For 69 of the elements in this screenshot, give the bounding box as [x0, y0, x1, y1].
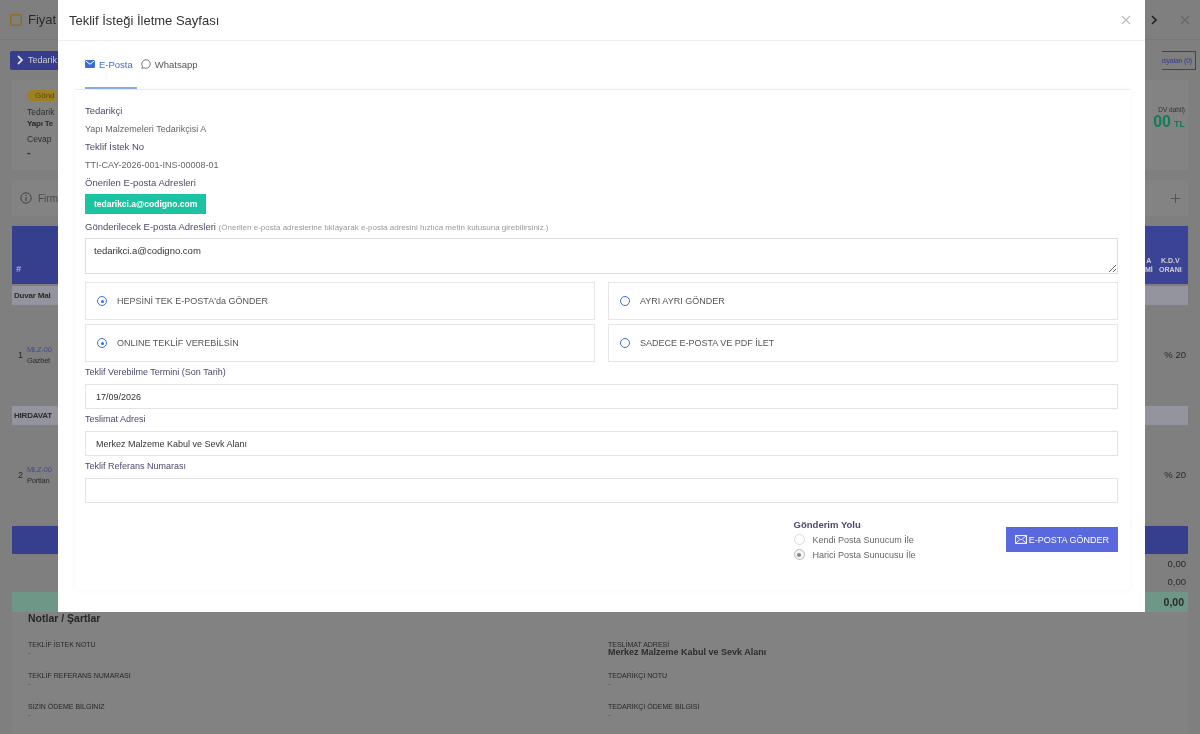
chevron-right-icon [16, 55, 24, 65]
section-title: Gönderim Yolu [793, 519, 862, 530]
field-label: Tedarikçi [85, 104, 123, 118]
send-email-button[interactable]: E-POSTA GÖNDER [1005, 527, 1118, 552]
radio-button[interactable] [793, 549, 805, 560]
field-label: Teklif Referans Numarası [85, 460, 187, 472]
supplier-button[interactable]: Tedarik [10, 50, 58, 70]
currency-label: TL [1174, 119, 1185, 129]
supplier-name: Yapı Malzemeleri Tedarikçisi A [85, 123, 207, 136]
info-text: Firm [38, 192, 58, 204]
option-label: Kendi Posta Sunucum İle [812, 534, 914, 545]
note-value: - [28, 710, 32, 719]
table-footer-bar [12, 526, 58, 554]
option-card[interactable]: HEPSİNİ TEK E-POSTA'da GÖNDER [85, 282, 595, 320]
option-label: SADECE E-POSTA VE PDF İLET [640, 338, 775, 348]
option-card[interactable]: SADECE E-POSTA VE PDF İLET [608, 324, 1118, 362]
reply-label: Cevap [27, 134, 52, 144]
total-value: 0,00 [1167, 576, 1186, 587]
page-title: Fiyat [28, 12, 57, 27]
field-label: Teklif Verebilme Termini (Son Tarih) [85, 366, 226, 378]
info-icon [20, 192, 32, 204]
group-title: HIRDAVAT [13, 411, 52, 420]
request-number: TTI-CAY-2026-001-INS-00008-01 [85, 159, 219, 172]
section-title: Notlar / Şartlar [28, 612, 102, 624]
option-label: HEPSİNİ TEK E-POSTA'da GÖNDER [117, 296, 268, 306]
table-cell: % 20 [1164, 349, 1186, 360]
document-icon [10, 13, 22, 26]
note-value: Merkez Malzeme Kabul ve Sevk Alanı [608, 648, 768, 657]
field-label: Gönderilecek E-posta Adresleri (Önerilen e-posta adreslerine tıklayarak e-posta adresini hızlıca metin kutusuna girebilirsiniz.) [85, 220, 549, 234]
modal-title: Teklif İsteği İletme Sayfası [69, 12, 220, 28]
grand-total-bar [12, 592, 58, 612]
grand-total-value: 0,00 [1163, 596, 1184, 608]
note-value: - [28, 679, 32, 688]
group-row [1145, 406, 1188, 425]
note-value: - [28, 648, 32, 657]
field-label: Önerilen E-posta Adresleri [85, 176, 196, 190]
envelope-icon [85, 60, 95, 68]
input-field[interactable]: Merkez Malzeme Kabul ve Sevk Alanı [85, 431, 1118, 456]
option-card[interactable]: ONLINE TEKLİF VEREBİLSİN [85, 324, 595, 362]
close-icon[interactable] [1121, 15, 1131, 25]
reply-value: - [27, 146, 31, 158]
option-label: AYRI AYRI GÖNDER [640, 296, 725, 306]
table-footer-bar [1145, 526, 1188, 554]
note-value: - [608, 679, 611, 688]
recipients-field[interactable]: tedarikci.a@codigno.com [85, 238, 1118, 274]
total-amount: 00 [1153, 113, 1171, 131]
note-value: - [608, 710, 611, 719]
total-value: 0,00 [1167, 558, 1186, 569]
table-cell: % 20 [1164, 469, 1186, 480]
chat-bubble-icon [140, 59, 151, 69]
option-label: Harici Posta Sunucusu İle [812, 549, 916, 560]
option-card[interactable]: AYRI AYRI GÖNDER [608, 282, 1118, 320]
tab[interactable]: Whatsapp [140, 41, 202, 89]
group-row [1145, 286, 1188, 305]
field-label: Teslimat Adresi [85, 413, 146, 425]
chevron-right-icon[interactable] [1150, 14, 1158, 25]
group-title: Duvar Mal [13, 291, 51, 300]
row-number: 2 [18, 469, 23, 480]
column-header: # [15, 264, 21, 274]
input-field[interactable] [85, 478, 1118, 503]
supplier-name: Yapı Te [27, 119, 54, 128]
input-field[interactable]: 17/09/2026 [85, 384, 1118, 409]
tab[interactable]: E-Posta [85, 41, 137, 89]
field-label: Teklif İstek No [85, 140, 145, 154]
row-number: 1 [18, 349, 23, 360]
supplier-label: Tedarik [27, 107, 55, 117]
option-label: ONLINE TEKLİF VEREBİLSİN [117, 338, 239, 348]
envelope-icon [1014, 535, 1027, 544]
plus-icon[interactable] [1171, 193, 1180, 203]
